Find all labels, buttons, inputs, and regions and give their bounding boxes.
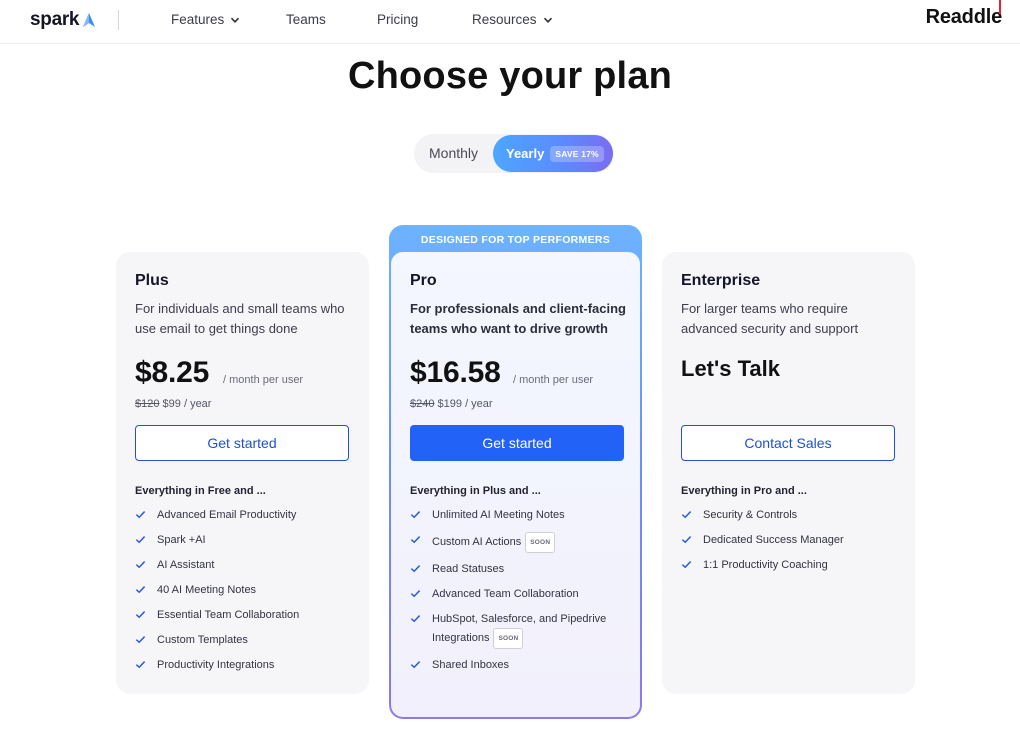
- list-item: Advanced Email Productivity: [135, 507, 355, 524]
- toggle-yearly-label: Yearly: [506, 146, 545, 161]
- page-title: Choose your plan: [347, 55, 673, 97]
- plan-name: Pro: [410, 272, 437, 289]
- nav-divider: [118, 10, 119, 30]
- list-item: AI Assistant: [135, 557, 355, 574]
- old-price: $240: [410, 398, 435, 410]
- plan-description: For individuals and small teams who use …: [135, 301, 345, 336]
- nav-pricing-label: Pricing: [377, 12, 419, 27]
- list-item: Dedicated Success Manager: [681, 532, 901, 549]
- check-icon: [410, 511, 421, 519]
- nav-features-label: Features: [171, 12, 225, 27]
- plan-card-enterprise: Enterprise For larger teams who require …: [662, 252, 915, 694]
- features-heading: Everything in Free and ...: [135, 485, 266, 497]
- check-icon: [135, 561, 146, 569]
- year-price: $199 / year: [437, 398, 493, 410]
- toggle-monthly[interactable]: Monthly: [429, 145, 478, 161]
- check-icon: [410, 565, 421, 573]
- check-icon: [135, 586, 146, 594]
- plan-name: Plus: [135, 272, 169, 289]
- paper-plane-icon: [83, 13, 96, 27]
- nav-teams-label: Teams: [286, 12, 326, 27]
- check-icon: [410, 536, 421, 544]
- list-item: Unlimited AI Meeting Notes: [410, 507, 630, 524]
- nav-features[interactable]: Features: [171, 12, 240, 27]
- feature-list: Advanced Email Productivity Spark +AI AI…: [135, 507, 355, 682]
- check-icon: [410, 590, 421, 598]
- get-started-button[interactable]: Get started: [135, 425, 349, 461]
- yearly-price: $120 $99 / year: [135, 398, 211, 410]
- check-icon: [135, 611, 146, 619]
- check-icon: [135, 536, 146, 544]
- readdle-logo[interactable]: Readdle: [926, 6, 1003, 29]
- plan-name: Enterprise: [681, 272, 761, 289]
- check-icon: [135, 511, 146, 519]
- year-price: $99 / year: [162, 398, 212, 410]
- nav-resources-label: Resources: [472, 12, 537, 27]
- list-item: HubSpot, Salesforce, and Pipedrive Integ…: [410, 611, 630, 649]
- soon-badge: SOON: [525, 532, 556, 553]
- toggle-yearly[interactable]: Yearly SAVE 17%: [493, 135, 613, 172]
- features-heading: Everything in Plus and ...: [410, 485, 541, 497]
- price-unit: / month per user: [513, 374, 594, 386]
- check-icon: [135, 636, 146, 644]
- get-started-button[interactable]: Get started: [410, 425, 624, 461]
- check-icon: [681, 511, 692, 519]
- logo-text: spark: [30, 9, 80, 30]
- plan-description: For professionals and client-facing team…: [410, 301, 626, 336]
- check-icon: [681, 536, 692, 544]
- list-item: Custom AI Actions SOON: [410, 532, 630, 553]
- list-item: Custom Templates: [135, 632, 355, 649]
- plan-card-plus: Plus For individuals and small teams who…: [116, 252, 369, 694]
- check-icon: [681, 561, 692, 569]
- chevron-down-icon: [543, 17, 552, 23]
- plan-price: $16.58: [410, 356, 501, 389]
- pro-banner: DESIGNED FOR TOP PERFORMERS: [420, 234, 611, 246]
- list-item: 40 AI Meeting Notes: [135, 582, 355, 599]
- yearly-price: $240 $199 / year: [410, 398, 493, 410]
- list-item: Productivity Integrations: [135, 657, 355, 674]
- plan-card-pro: DESIGNED FOR TOP PERFORMERS Pro For prof…: [389, 225, 642, 719]
- check-icon: [410, 615, 421, 623]
- plan-description: For larger teams who require advanced se…: [681, 301, 859, 336]
- lets-talk-heading: Let's Talk: [681, 356, 780, 381]
- check-icon: [135, 661, 146, 669]
- price-unit: / month per user: [223, 374, 304, 386]
- feature-list: Unlimited AI Meeting Notes Custom AI Act…: [410, 507, 630, 682]
- chevron-down-icon: [231, 17, 240, 23]
- nav-resources[interactable]: Resources: [472, 12, 553, 27]
- top-nav: spark Features Teams Pricing Resources R…: [0, 0, 1020, 44]
- save-badge: SAVE 17%: [550, 145, 604, 162]
- list-item: Spark +AI: [135, 532, 355, 549]
- list-item: Read Statuses: [410, 561, 630, 578]
- features-heading: Everything in Pro and ...: [681, 485, 807, 497]
- readdle-logo-mark: [999, 0, 1001, 14]
- contact-sales-button[interactable]: Contact Sales: [681, 425, 895, 461]
- old-price: $120: [135, 398, 160, 410]
- list-item: 1:1 Productivity Coaching: [681, 557, 901, 574]
- check-icon: [410, 661, 421, 669]
- pro-card-body: Pro For professionals and client-facing …: [391, 252, 640, 717]
- nav-pricing[interactable]: Pricing: [377, 12, 418, 27]
- list-item: Essential Team Collaboration: [135, 607, 355, 624]
- soon-badge: SOON: [493, 628, 524, 649]
- nav-teams[interactable]: Teams: [286, 12, 326, 27]
- billing-toggle: Monthly Yearly SAVE 17%: [414, 134, 614, 173]
- list-item: Advanced Team Collaboration: [410, 586, 630, 603]
- list-item: Shared Inboxes: [410, 657, 630, 674]
- list-item: Security & Controls: [681, 507, 901, 524]
- feature-list: Security & Controls Dedicated Success Ma…: [681, 507, 901, 582]
- plan-price: $8.25: [135, 356, 210, 389]
- spark-logo[interactable]: spark: [30, 9, 97, 31]
